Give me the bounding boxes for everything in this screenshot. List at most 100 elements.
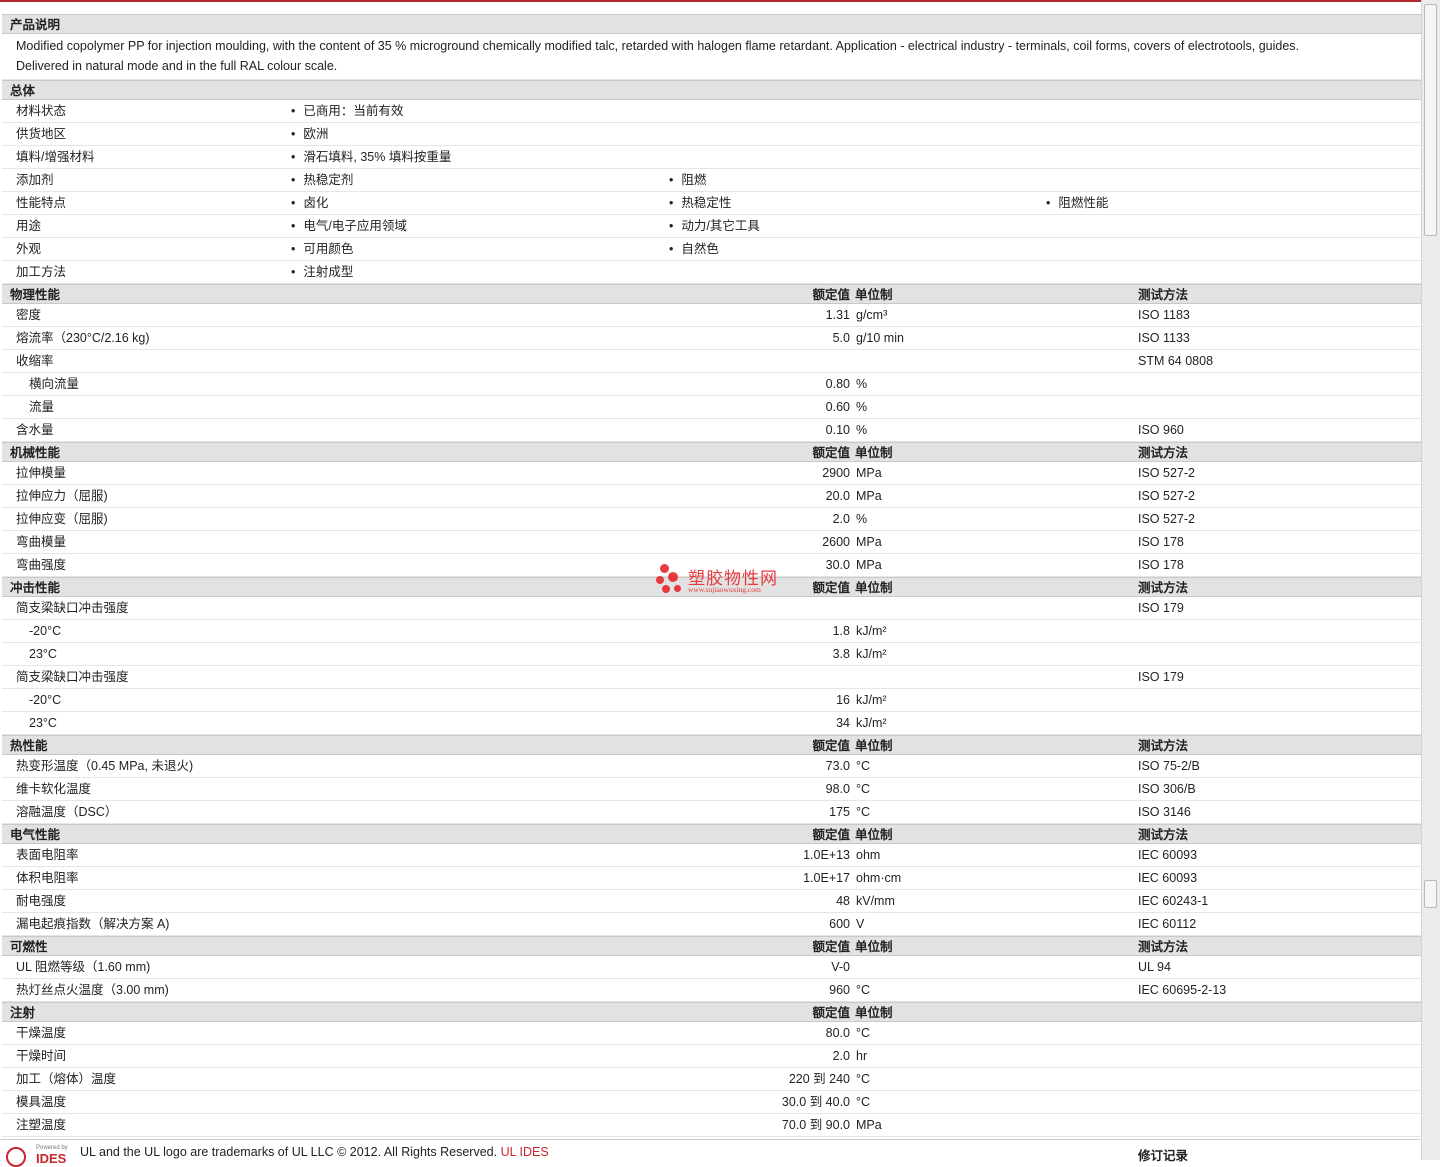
- section-title: 产品说明: [10, 18, 61, 32]
- row-label: 外观: [16, 242, 42, 256]
- column-header-unit: 单位制: [855, 828, 893, 842]
- property-unit: g/10 min: [856, 331, 904, 345]
- property-unit: g/cm³: [856, 308, 888, 322]
- property-row: 23°C 3.8 kJ/m²: [2, 643, 1421, 666]
- property-value: 80.0: [825, 1026, 850, 1040]
- property-value: 1.31: [825, 308, 850, 322]
- property-row: 维卡软化温度 98.0 °C ISO 306/B: [2, 778, 1421, 801]
- section-title: 可燃性: [10, 940, 48, 954]
- ul-ides-link[interactable]: UL IDES: [501, 1145, 549, 1159]
- property-value: 16: [836, 693, 850, 707]
- property-unit: kJ/m²: [856, 647, 887, 661]
- property-test-method: ISO 306/B: [1138, 782, 1196, 796]
- property-row: 密度 1.31 g/cm³ ISO 1183: [2, 304, 1421, 327]
- property-row: 23°C 34 kJ/m²: [2, 712, 1421, 735]
- bullet-item: 热稳定性: [669, 192, 731, 214]
- column-header-unit: 单位制: [855, 1006, 893, 1020]
- ul-ides-logo[interactable]: Powered by IDES: [6, 1145, 72, 1167]
- property-label: 拉伸模量: [16, 466, 67, 480]
- property-unit: °C: [856, 1072, 871, 1086]
- property-label: 热变形温度（0.45 MPa, 未退火): [16, 759, 194, 773]
- property-sections: 物理性能 额定值 单位制 测试方法 密度 1.31 g/cm³ ISO 1183 熔流率（230…: [2, 284, 1421, 1137]
- property-value: 70.0 到 90.0: [781, 1118, 850, 1132]
- bullet-item: 已商用：当前有效: [291, 100, 403, 122]
- column-header-unit: 单位制: [855, 581, 893, 595]
- general-row: 加工方法 注射成型: [2, 261, 1421, 284]
- property-unit: ohm: [856, 848, 881, 862]
- property-unit: ohm·cm: [856, 871, 902, 885]
- top-accent-line: [0, 0, 1421, 2]
- property-value: 220 到 240: [788, 1072, 850, 1086]
- property-test-method: STM 64 0808: [1138, 354, 1214, 368]
- section-header-physical: 物理性能 额定值 单位制 测试方法: [2, 284, 1421, 304]
- row-label: 填料/增强材料: [16, 150, 95, 164]
- section-title: 总体: [10, 84, 36, 98]
- property-label: 模具温度: [16, 1095, 67, 1109]
- property-row: 横向流量 0.80%: [2, 373, 1421, 396]
- column-header-value: 额定值: [812, 739, 850, 753]
- bullet-item: 阻燃性能: [1046, 192, 1108, 214]
- property-unit: °C: [856, 1095, 871, 1109]
- ul-circle-icon: [6, 1147, 26, 1167]
- property-label: 简支梁缺口冲击强度: [16, 670, 129, 684]
- property-value: 1.0E+17: [803, 871, 850, 885]
- property-unit: %: [856, 377, 868, 391]
- property-row: -20°C 1.8 kJ/m²: [2, 620, 1421, 643]
- column-header-test-method: 测试方法: [1138, 828, 1189, 842]
- column-header-unit: 单位制: [855, 940, 893, 954]
- description-line: Modified copolymer PP for injection moul…: [16, 39, 1300, 53]
- watermark-logo: 塑胶物性网 www.sujiaowuxing.com: [656, 562, 796, 598]
- column-header-value: 额定值: [812, 1006, 850, 1020]
- section-title: 冲击性能: [10, 581, 61, 595]
- property-unit: °C: [856, 1026, 871, 1040]
- property-test-method: ISO 178: [1138, 558, 1184, 572]
- revision-history-label: 修订记录: [1138, 1149, 1189, 1163]
- property-row: 干燥时间 2.0 hr: [2, 1045, 1421, 1068]
- section-title: 注射: [10, 1006, 36, 1020]
- property-value: 2600: [822, 535, 850, 549]
- ides-logo-text: IDES: [36, 1151, 67, 1166]
- description-line: Delivered in natural mode and in the ful…: [16, 59, 338, 73]
- property-row: 拉伸应力（屈服) 20.0 MPa ISO 527-2: [2, 485, 1421, 508]
- bullet-item: 卤化: [291, 192, 328, 214]
- property-unit: MPa: [856, 489, 882, 503]
- property-unit: °C: [856, 983, 871, 997]
- general-rows: 材料状态 已商用：当前有效供货地区 欧洲填料/增强材料 滑石填料, 35% 填料按重量…: [2, 100, 1421, 284]
- general-row: 添加剂 热稳定剂 阻燃: [2, 169, 1421, 192]
- property-row: -20°C 16 kJ/m²: [2, 689, 1421, 712]
- property-label: 体积电阻率: [16, 871, 79, 885]
- property-label: 弯曲强度: [16, 558, 67, 572]
- section-title: 机械性能: [10, 446, 61, 460]
- watermark-dot-icon: [668, 572, 678, 582]
- property-value: 175: [829, 805, 850, 819]
- property-value: 2.0: [832, 1049, 850, 1063]
- property-test-method: ISO 75-2/B: [1138, 759, 1200, 773]
- property-value: 30.0 到 40.0: [781, 1095, 850, 1109]
- property-label: 耐电强度: [16, 894, 67, 908]
- general-row: 外观 可用颜色 自然色: [2, 238, 1421, 261]
- property-unit: kJ/m²: [856, 693, 887, 707]
- column-header-value: 额定值: [812, 446, 850, 460]
- trademark-text: UL and the UL logo are trademarks of UL …: [80, 1145, 498, 1159]
- property-value: 2.0: [832, 512, 850, 526]
- section-header-description: 产品说明: [2, 14, 1421, 34]
- footer-trademark: UL and the UL logo are trademarks of UL …: [80, 1145, 549, 1159]
- property-test-method: ISO 179: [1138, 601, 1184, 615]
- property-label: 注塑温度: [16, 1118, 67, 1132]
- scrollbar-thumb-secondary[interactable]: [1424, 880, 1437, 908]
- property-row: 弯曲模量 2600 MPa ISO 178: [2, 531, 1421, 554]
- section-header-general: 总体: [2, 80, 1421, 100]
- watermark-url: www.sujiaowuxing.com: [688, 585, 761, 594]
- row-label: 添加剂: [16, 173, 54, 187]
- property-unit: %: [856, 512, 868, 526]
- property-test-method: UL 94: [1138, 960, 1171, 974]
- property-label: -20°C: [29, 693, 62, 707]
- scrollbar-thumb[interactable]: [1424, 4, 1437, 236]
- property-test-method: ISO 527-2: [1138, 512, 1195, 526]
- section-title: 热性能: [10, 739, 48, 753]
- row-label: 材料状态: [16, 104, 67, 118]
- property-value: 0.60: [825, 400, 850, 414]
- property-unit: °C: [856, 805, 871, 819]
- property-test-method: IEC 60695-2-13: [1138, 983, 1227, 997]
- bullet-item: 阻燃: [669, 169, 706, 191]
